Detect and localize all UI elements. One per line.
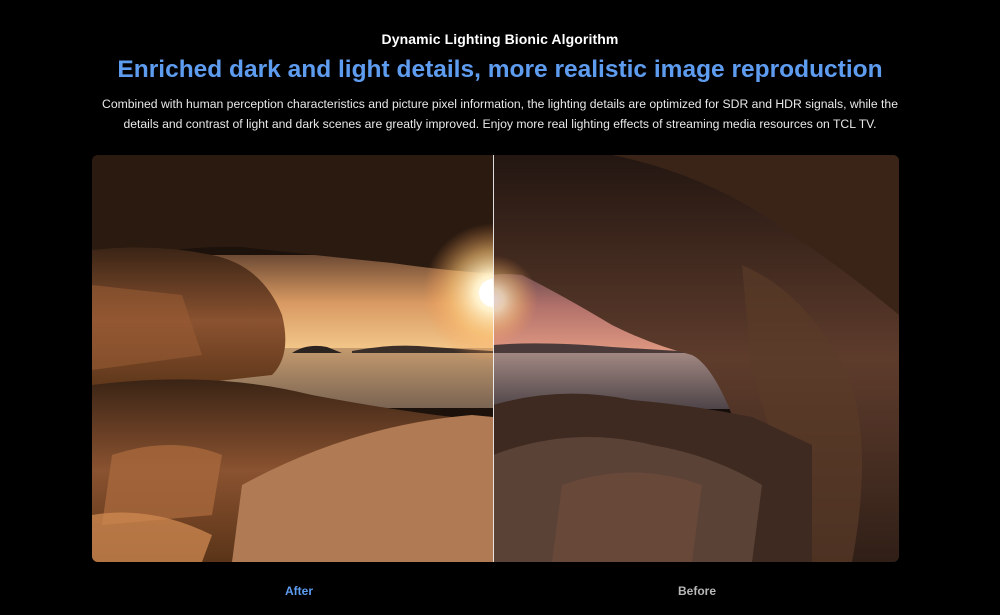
after-label: After (284, 584, 313, 598)
eyebrow-title: Dynamic Lighting Bionic Algorithm (381, 31, 619, 47)
cave-sunset-photo (92, 155, 899, 562)
before-label: Before (677, 584, 716, 598)
description: Combined with human perception character… (102, 97, 898, 131)
before-after-comparison[interactable] (92, 155, 899, 562)
comparison-slider-handle[interactable] (493, 155, 494, 562)
headline: Enriched dark and light details, more re… (117, 56, 883, 83)
